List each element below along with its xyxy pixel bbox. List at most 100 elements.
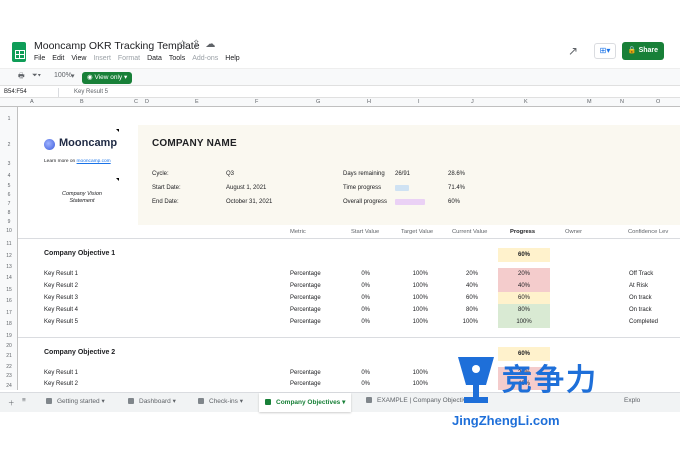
kr-name[interactable]: Key Result 3 xyxy=(44,295,78,301)
objective-title[interactable]: Company Objective 2 xyxy=(44,349,115,356)
kr-start[interactable]: 0% xyxy=(340,307,370,313)
formula-input[interactable]: Key Result 5 xyxy=(74,89,108,95)
end-date-value[interactable]: October 31, 2021 xyxy=(226,199,272,205)
menu-data[interactable]: Data xyxy=(147,55,162,62)
col-header[interactable]: D xyxy=(145,99,149,105)
row-header[interactable]: 16 xyxy=(0,298,18,304)
kr-confidence[interactable]: On track xyxy=(629,307,652,313)
kr-start[interactable]: 0% xyxy=(340,381,370,387)
col-header[interactable]: I xyxy=(418,99,420,105)
row-header[interactable]: 18 xyxy=(0,321,18,327)
kr-start[interactable]: 0% xyxy=(340,370,370,376)
kr-target[interactable]: 100% xyxy=(393,307,428,313)
company-vision[interactable]: Company Vision Statement xyxy=(54,191,110,205)
col-header[interactable]: B xyxy=(80,99,84,105)
kr-progress[interactable]: 80% xyxy=(498,304,550,316)
kr-confidence[interactable]: At Risk xyxy=(629,283,648,289)
mooncamp-link[interactable]: mooncamp.com xyxy=(77,159,111,164)
row-header[interactable]: 3 xyxy=(0,161,18,167)
share-button[interactable]: 🔒 Share xyxy=(622,42,664,60)
days-remaining-pct[interactable]: 28.6% xyxy=(448,171,465,177)
col-header[interactable]: K xyxy=(524,99,528,105)
start-date-value[interactable]: August 1, 2021 xyxy=(226,185,266,191)
row-header[interactable]: 1 xyxy=(0,116,18,122)
row-header[interactable]: 13 xyxy=(0,264,18,270)
menu-help[interactable]: Help xyxy=(225,55,239,62)
star-icon[interactable]: ☆ xyxy=(178,39,192,50)
kr-progress[interactable]: 40% xyxy=(498,280,550,292)
all-sheets-icon[interactable]: ≡ xyxy=(22,397,26,404)
kr-name[interactable]: Key Result 5 xyxy=(44,319,78,325)
kr-metric[interactable]: Percentage xyxy=(290,295,321,301)
menu-edit[interactable]: Edit xyxy=(52,55,64,62)
col-header[interactable]: C xyxy=(134,99,138,105)
kr-target[interactable]: 100% xyxy=(393,370,428,376)
objective-title[interactable]: Company Objective 1 xyxy=(44,250,115,257)
menu-view[interactable]: View xyxy=(71,55,86,62)
chevron-down-icon[interactable]: ▾ xyxy=(71,72,75,80)
kr-current[interactable]: 20% xyxy=(443,271,478,277)
tab-getting-started[interactable]: Getting started ▾ xyxy=(46,397,105,405)
col-header[interactable]: F xyxy=(255,99,258,105)
objective-progress[interactable]: 60% xyxy=(498,248,550,262)
row-header[interactable]: 15 xyxy=(0,287,18,293)
kr-progress[interactable]: 60% xyxy=(498,292,550,304)
kr-start[interactable]: 0% xyxy=(340,283,370,289)
row-header[interactable]: 8 xyxy=(0,210,18,216)
row-header[interactable]: 22 xyxy=(0,364,18,370)
kr-name[interactable]: Key Result 4 xyxy=(44,307,78,313)
kr-start[interactable]: 0% xyxy=(340,295,370,301)
kr-target[interactable]: 100% xyxy=(393,295,428,301)
tab-company-objectives[interactable]: Company Objectives ▾ xyxy=(259,393,352,412)
row-header[interactable]: 21 xyxy=(0,353,18,359)
col-header[interactable]: J xyxy=(471,99,474,105)
kr-confidence[interactable]: On track xyxy=(629,295,652,301)
tab-check-ins[interactable]: Check-ins ▾ xyxy=(198,397,243,405)
col-header[interactable]: N xyxy=(620,99,624,105)
kr-confidence[interactable]: Completed xyxy=(629,319,658,325)
time-progress-pct[interactable]: 71.4% xyxy=(448,185,465,191)
menu-insert[interactable]: Insert xyxy=(93,55,111,62)
kr-metric[interactable]: Percentage xyxy=(290,271,321,277)
kr-target[interactable]: 100% xyxy=(393,381,428,387)
kr-metric[interactable]: Percentage xyxy=(290,283,321,289)
kr-start[interactable]: 0% xyxy=(340,271,370,277)
kr-target[interactable]: 100% xyxy=(393,283,428,289)
add-sheet-icon[interactable]: ＋ xyxy=(8,397,15,407)
row-header[interactable]: 7 xyxy=(0,201,18,207)
col-header[interactable]: M xyxy=(587,99,592,105)
row-header[interactable]: 9 xyxy=(0,219,18,225)
kr-metric[interactable]: Percentage xyxy=(290,307,321,313)
kr-confidence[interactable]: Off Track xyxy=(629,271,653,277)
activity-trend-icon[interactable]: ↗ xyxy=(568,44,578,58)
menu-tools[interactable]: Tools xyxy=(169,55,185,62)
kr-progress[interactable]: 20% xyxy=(498,268,550,280)
menu-format[interactable]: Format xyxy=(118,55,140,62)
view-only-button[interactable]: ◉ View only ▾ xyxy=(82,72,133,84)
kr-current[interactable]: 100% xyxy=(443,319,478,325)
kr-start[interactable]: 0% xyxy=(340,319,370,325)
row-header[interactable]: 17 xyxy=(0,310,18,316)
kr-current[interactable]: 40% xyxy=(443,283,478,289)
col-header[interactable]: O xyxy=(656,99,660,105)
kr-target[interactable]: 100% xyxy=(393,271,428,277)
days-remaining-value[interactable]: 26/91 xyxy=(395,171,410,177)
col-header[interactable]: E xyxy=(195,99,199,105)
row-header[interactable]: 14 xyxy=(0,275,18,281)
row-header[interactable]: 19 xyxy=(0,333,18,339)
kr-name[interactable]: Key Result 2 xyxy=(44,381,78,387)
kr-target[interactable]: 100% xyxy=(393,319,428,325)
kr-metric[interactable]: Percentage xyxy=(290,370,321,376)
name-box[interactable]: B54:F54 xyxy=(4,89,27,95)
kr-name[interactable]: Key Result 1 xyxy=(44,271,78,277)
filter-icon[interactable]: ⏷▾ xyxy=(32,72,41,80)
sheet-grid[interactable]: Mooncamp Learn more on mooncamp.com Comp… xyxy=(18,107,680,390)
row-header[interactable]: 2 xyxy=(0,142,18,148)
overall-progress-pct[interactable]: 60% xyxy=(448,199,460,205)
row-header[interactable]: 20 xyxy=(0,343,18,349)
cloud-icon[interactable]: ☁ xyxy=(205,39,220,50)
col-header[interactable]: A xyxy=(30,99,34,105)
kr-progress[interactable]: 100% xyxy=(498,316,550,328)
cycle-value[interactable]: Q3 xyxy=(226,171,234,177)
row-header[interactable]: 4 xyxy=(0,173,18,179)
